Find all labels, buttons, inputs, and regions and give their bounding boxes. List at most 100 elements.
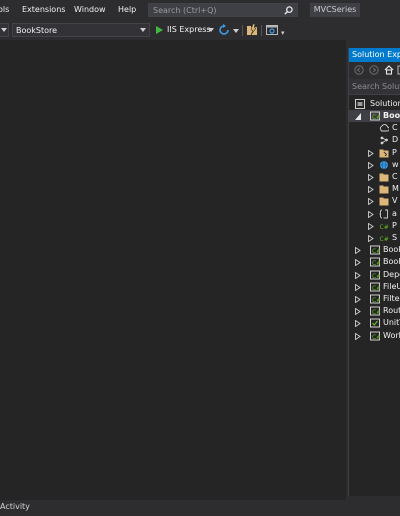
tree-item[interactable]: D	[349, 134, 400, 146]
editor-area	[0, 40, 346, 500]
toolbar-separator	[261, 25, 262, 36]
menu-tools[interactable]: ols	[0, 5, 9, 14]
tree-item-label: a	[392, 209, 397, 218]
properties-folder-icon	[379, 149, 389, 158]
collapsed-arrow-icon[interactable]	[355, 296, 361, 303]
csharp-project-icon: C#	[370, 257, 380, 267]
tree-item[interactable]: UnitT	[349, 317, 400, 329]
tree-item[interactable]: P	[349, 147, 400, 159]
svg-text:C#: C#	[372, 114, 380, 121]
status-activity-label: Activity	[0, 502, 30, 511]
tree-item-label: Boo	[383, 111, 400, 120]
tree-item[interactable]: C#FileU	[349, 281, 400, 293]
startup-project-dropdown[interactable]: BookStore	[12, 23, 150, 37]
tree-item[interactable]: C#Book	[349, 244, 400, 256]
status-bar: Activity	[0, 500, 400, 516]
solution-name-badge: MVCSeries	[310, 3, 360, 17]
tree-item[interactable]: C#Depe	[349, 269, 400, 281]
home-icon[interactable]	[384, 65, 394, 75]
tree-item[interactable]: C#Book	[349, 256, 400, 268]
start-debugging-button[interactable]: IIS Express	[154, 23, 216, 37]
search-placeholder: Search (Ctrl+Q)	[153, 6, 217, 15]
browser-link-refresh-icon[interactable]	[218, 24, 230, 36]
tree-item-label: Filter	[383, 294, 400, 303]
expanded-arrow-icon[interactable]	[355, 113, 361, 120]
collapsed-arrow-icon[interactable]	[368, 211, 374, 218]
svg-text:C#: C#	[372, 285, 380, 292]
collapsed-arrow-icon[interactable]	[355, 247, 361, 254]
tree-item-label: C	[392, 172, 398, 181]
tree-item-label: FileU	[383, 282, 400, 291]
menu-help[interactable]: Help	[118, 5, 136, 14]
collapsed-arrow-icon[interactable]	[355, 259, 361, 266]
collapsed-arrow-icon[interactable]	[368, 150, 374, 157]
collapsed-arrow-icon[interactable]	[368, 223, 374, 230]
svg-text:C#: C#	[372, 273, 380, 280]
hot-reload-icon[interactable]	[246, 24, 258, 36]
tree-item-solution[interactable]: Solution	[349, 98, 400, 110]
collapsed-arrow-icon[interactable]	[368, 174, 374, 181]
test-project-icon	[370, 318, 380, 328]
menu-extensions[interactable]: Extensions	[22, 5, 65, 14]
tree-item[interactable]: C# P	[349, 220, 400, 232]
collapsed-arrow-icon[interactable]	[355, 333, 361, 340]
csharp-project-icon: C#	[370, 270, 380, 280]
tree-item[interactable]: C#Rout	[349, 305, 400, 317]
tree-item-label: M	[392, 184, 399, 193]
menu-bar: ols Extensions Window Help Search (Ctrl+…	[0, 0, 400, 20]
play-icon	[156, 26, 163, 34]
collapsed-arrow-icon[interactable]	[368, 235, 374, 242]
tree-item-label: S	[392, 233, 398, 242]
forward-icon[interactable]	[369, 65, 379, 75]
toolbar-overflow-icon[interactable]: ▾	[281, 29, 285, 37]
tree-item[interactable]: C# S	[349, 232, 400, 244]
collapsed-arrow-icon[interactable]	[368, 162, 374, 169]
browser-window-icon[interactable]	[266, 24, 278, 36]
toolbar-separator	[242, 25, 243, 36]
collapsed-arrow-icon[interactable]	[355, 284, 361, 291]
collapsed-arrow-icon[interactable]	[368, 186, 374, 193]
svg-text:C#: C#	[372, 260, 380, 267]
svg-text:C#: C#	[372, 309, 380, 316]
svg-text:C#: C#	[372, 334, 380, 341]
svg-text:C#: C#	[372, 248, 380, 255]
csharp-file-icon: C#	[380, 236, 389, 243]
tree-item[interactable]: V	[349, 195, 400, 207]
tree-item[interactable]: C#Boo	[349, 110, 400, 122]
collapsed-arrow-icon[interactable]	[355, 320, 361, 327]
back-icon[interactable]	[354, 65, 364, 75]
tree-item[interactable]: C#Filter	[349, 293, 400, 305]
tree-item[interactable]: M	[349, 183, 400, 195]
svg-text:C#: C#	[372, 297, 380, 304]
collapsed-arrow-icon[interactable]	[355, 308, 361, 315]
collapsed-arrow-icon[interactable]	[368, 198, 374, 205]
collapsed-arrow-icon[interactable]	[355, 272, 361, 279]
menu-window[interactable]: Window	[74, 5, 106, 14]
globe-icon	[380, 160, 388, 170]
folder-icon	[379, 173, 389, 182]
tree-item[interactable]: C	[349, 171, 400, 183]
csharp-file-icon: C#	[380, 224, 389, 231]
chevron-down-icon	[1, 28, 7, 32]
chevron-down-icon[interactable]	[233, 29, 239, 33]
tree-item[interactable]: w	[349, 159, 400, 171]
tree-item-label: w	[392, 160, 399, 169]
json-file-icon	[379, 209, 388, 219]
tree-item-label: Book	[383, 257, 400, 266]
folder-icon	[379, 185, 389, 194]
configuration-dropdown[interactable]	[0, 23, 9, 37]
csharp-project-icon: C#	[370, 294, 380, 304]
csharp-project-icon: C#	[370, 245, 380, 255]
solution-explorer-search-placeholder: Search Solutio	[352, 82, 400, 91]
tree-item-label: P	[392, 221, 397, 230]
tree-item[interactable]: a	[349, 208, 400, 220]
solution-explorer-titlebar[interactable]: Solution Explo	[349, 48, 400, 62]
csharp-project-icon: C#	[370, 306, 380, 316]
tree-item-label: Book	[383, 245, 400, 254]
search-input[interactable]: Search (Ctrl+Q)	[148, 3, 298, 17]
solution-explorer-search[interactable]: Search Solutio	[349, 79, 400, 95]
tree-item[interactable]: C#Work	[349, 330, 400, 342]
tree-item[interactable]: C	[349, 122, 400, 134]
tree-item-label: D	[392, 135, 399, 144]
run-target-label: IIS Express	[167, 25, 211, 34]
